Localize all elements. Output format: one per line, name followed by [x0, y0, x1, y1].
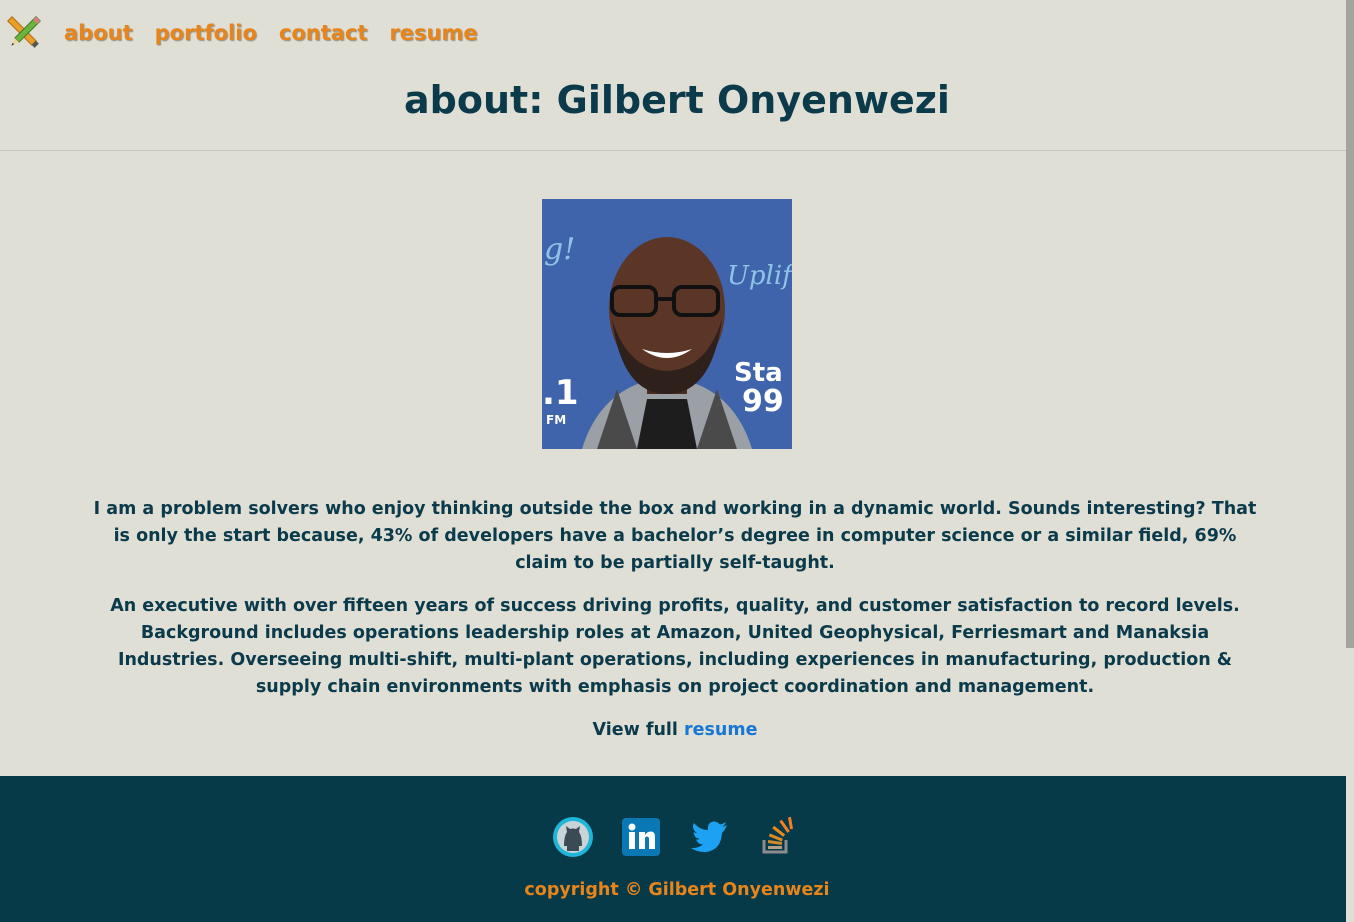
bio-section: I am a problem solvers who enjoy thinkin… — [90, 496, 1260, 760]
svg-text:99: 99 — [742, 384, 784, 419]
nav-link-about[interactable]: about — [64, 21, 133, 45]
main-content: Uplifting g! Sta 99 .1 FM I am a pr — [0, 151, 1354, 776]
nav-link-resume[interactable]: resume — [389, 21, 477, 45]
view-resume-line: View full resume — [90, 717, 1260, 744]
profile-photo: Uplifting g! Sta 99 .1 FM — [542, 199, 792, 449]
svg-text:FM: FM — [546, 413, 566, 427]
social-links — [552, 816, 824, 858]
linkedin-icon[interactable] — [620, 816, 662, 858]
nav-link-contact[interactable]: contact — [279, 21, 368, 45]
svg-text:g!: g! — [544, 232, 575, 267]
svg-text:Uplifting: Uplifting — [727, 261, 792, 291]
page-title: about: Gilbert Onyenwezi — [404, 78, 950, 122]
twitter-icon[interactable] — [688, 816, 730, 858]
github-icon[interactable] — [552, 816, 594, 858]
svg-text:.1: .1 — [542, 373, 579, 413]
pencil-logo-icon[interactable] — [2, 11, 46, 55]
bio-paragraph: I am a problem solvers who enjoy thinkin… — [93, 499, 1257, 573]
bio-paragraph: An executive with over fifteen years of … — [110, 596, 1240, 697]
stackoverflow-icon[interactable] — [756, 816, 798, 858]
nav-link-portfolio[interactable]: portfolio — [155, 21, 257, 45]
copyright-text: copyright © Gilbert Onyenwezi — [524, 880, 830, 900]
site-header: about portfolio contact resume about: Gi… — [0, 0, 1354, 151]
top-nav: about portfolio contact resume — [2, 10, 500, 56]
scrollbar[interactable] — [1346, 0, 1354, 922]
site-footer: copyright © Gilbert Onyenwezi — [0, 776, 1354, 922]
resume-link[interactable]: resume — [684, 720, 757, 740]
view-resume-prefix: View full — [592, 720, 685, 740]
scrollbar-thumb[interactable] — [1346, 0, 1354, 648]
